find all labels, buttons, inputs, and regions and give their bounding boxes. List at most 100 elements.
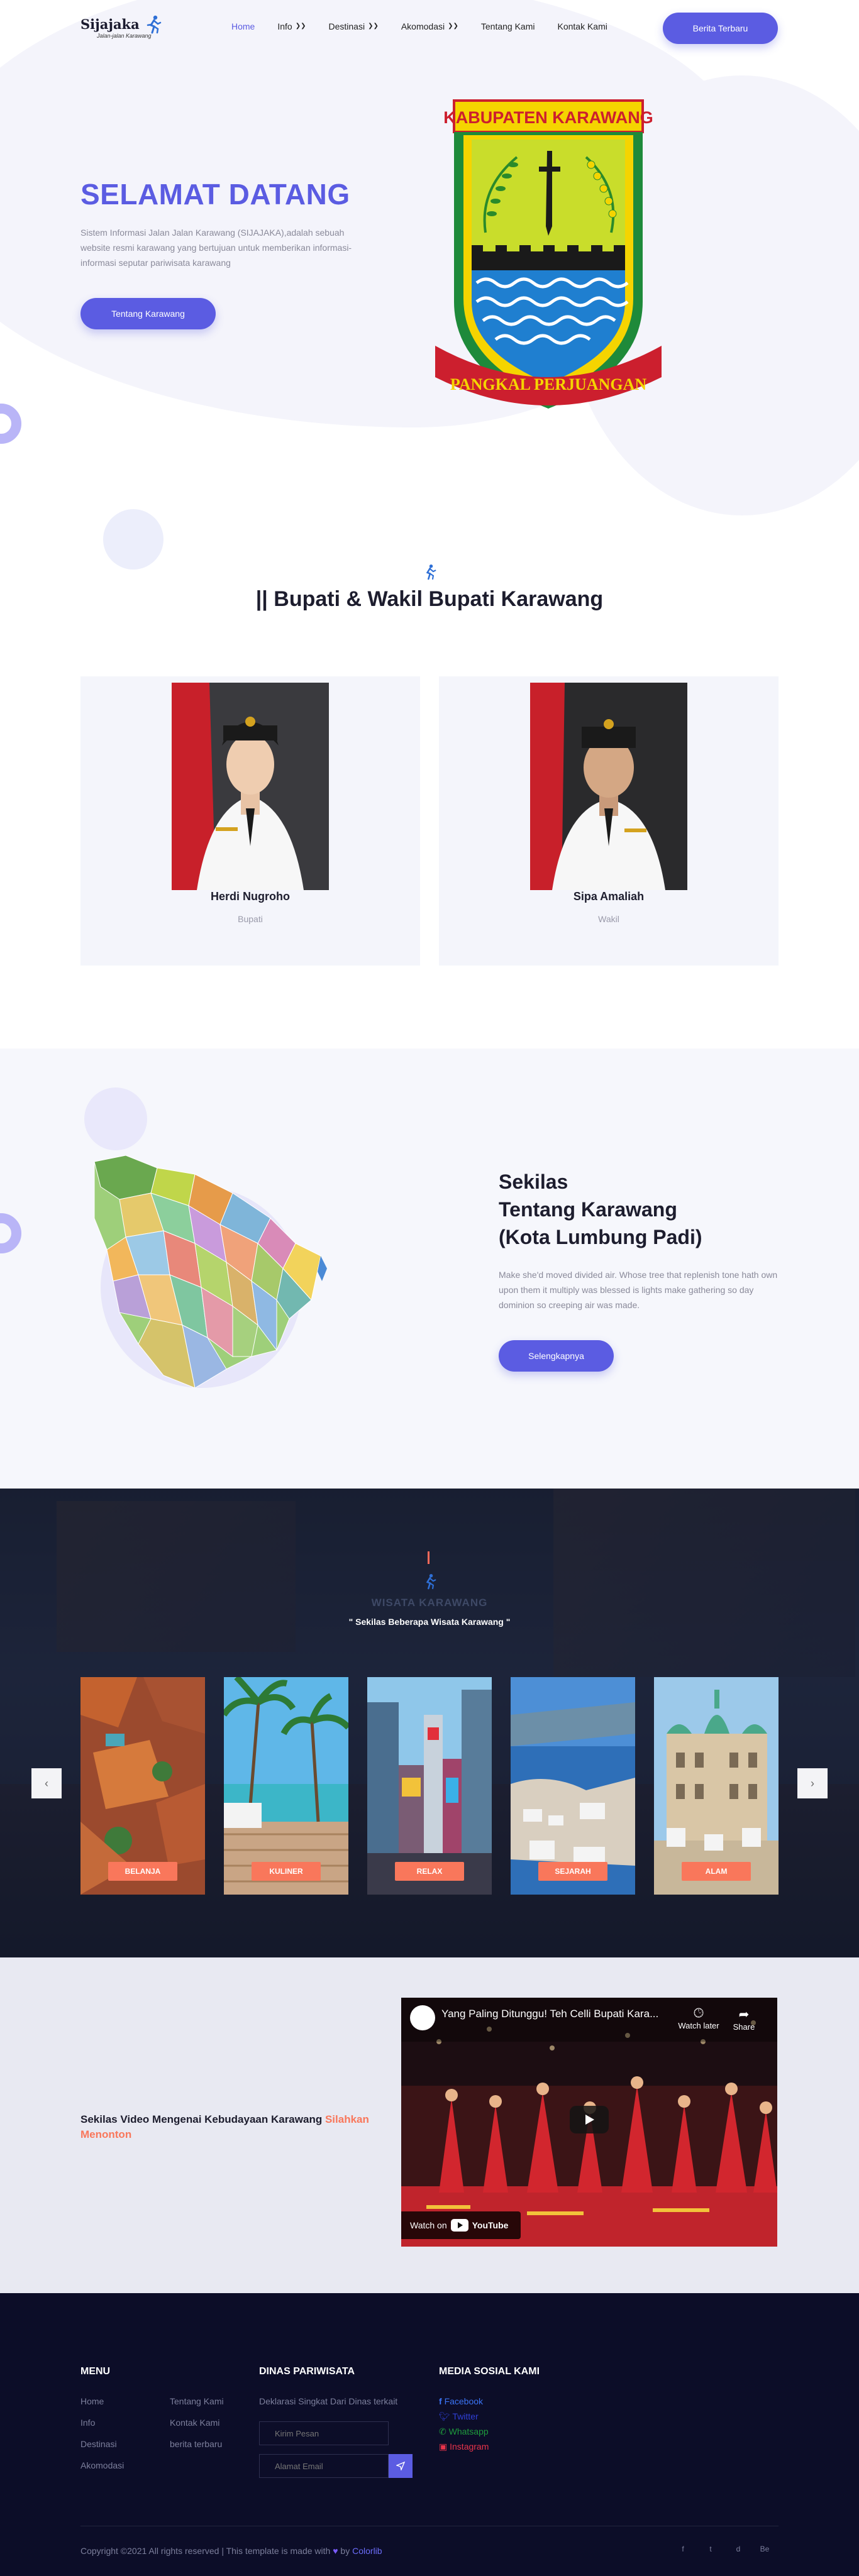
nav-kontak-kami[interactable]: Kontak Kami [557, 21, 607, 31]
play-button[interactable] [570, 2106, 609, 2133]
video-title[interactable]: Yang Paling Ditunggu! Teh Celli Bupati K… [441, 2008, 658, 2020]
copyright-text: Copyright ©2021 All rights reserved | Th… [80, 2546, 382, 2556]
wisata-slide-kuliner[interactable]: KULINER [224, 1677, 348, 1895]
emblem-bottom-text: PANGKAL PERJUANGAN [450, 375, 646, 394]
instagram-label: Instagram [450, 2441, 489, 2452]
nav-info[interactable]: Info ❯❯ [277, 21, 306, 31]
footer-link-home[interactable]: Home [80, 2396, 104, 2406]
logo-tagline: Jalan-jalan Karawang [97, 33, 152, 39]
slide-label-button[interactable]: BELANJA [108, 1862, 177, 1881]
decorative-circle [103, 509, 163, 570]
nav-tentang-kami[interactable]: Tentang Kami [481, 21, 535, 31]
about-title: Sekilas Tentang Karawang (Kota Lumbung P… [499, 1168, 702, 1251]
facebook-icon[interactable]: f [677, 2545, 689, 2553]
nav-label: Tentang Kami [480, 21, 535, 31]
wisata-label: WISATA KARAWANG [371, 1597, 488, 1609]
wisata-slide-sejarah[interactable]: SEJARAH [511, 1677, 635, 1895]
video-caption: Sekilas Video Mengenai Kebudayaan Karawa… [80, 2112, 382, 2142]
selengkapnya-button[interactable]: Selengkapnya [499, 1340, 614, 1372]
slide-label-button[interactable]: SEJARAH [538, 1862, 607, 1881]
footer-dinas-title: DINAS PARIWISATA [259, 2366, 355, 2377]
footer-menu-title: MENU [80, 2366, 111, 2377]
runner-icon [426, 1573, 436, 1590]
about-section: Sekilas Tentang Karawang (Kota Lumbung P… [0, 1049, 859, 1489]
video-section: Sekilas Video Mengenai Kebudayaan Karawa… [0, 1957, 859, 2293]
bupati-section-title: || Bupati & Wakil Bupati Karawang [255, 587, 604, 611]
about-title-line: Sekilas [499, 1170, 568, 1193]
email-input[interactable] [259, 2454, 389, 2478]
person-name: Sipa Amaliah [573, 890, 645, 903]
twitter-link[interactable]: 🐦︎ Twitter [439, 2411, 479, 2422]
watch-later-button[interactable]: 🕒︎ Watch later [677, 2006, 721, 2030]
behance-icon[interactable]: Be [758, 2545, 771, 2553]
twitter-icon[interactable]: t [704, 2545, 717, 2553]
heart-icon: ♥ [333, 2546, 338, 2556]
wisata-slide-alam[interactable]: ALAM [654, 1677, 779, 1895]
youtube-label: YouTube [472, 2220, 509, 2230]
whatsapp-link[interactable]: ✆ Whatsapp [439, 2426, 489, 2437]
decorative-circle [84, 1087, 147, 1150]
about-title-line: (Kota Lumbung Padi) [499, 1226, 702, 1248]
nav-label: Home [231, 21, 255, 31]
hero-title: SELAMAT DATANG [80, 178, 350, 211]
footer-link-kontak-kami[interactable]: Kontak Kami [170, 2418, 219, 2428]
slide-label-button[interactable]: RELAX [395, 1862, 464, 1881]
nav-destinasi[interactable]: Destinasi ❯❯ [328, 21, 378, 31]
send-button[interactable] [389, 2454, 413, 2478]
slide-label-button[interactable]: KULINER [252, 1862, 321, 1881]
slide-label-button[interactable]: ALAM [682, 1862, 751, 1881]
youtube-embed[interactable]: Yang Paling Ditunggu! Teh Celli Bupati K… [401, 1998, 777, 2247]
play-icon [585, 2115, 594, 2125]
share-icon: ➦ [738, 2008, 750, 2022]
whatsapp-icon: ✆ [439, 2426, 446, 2436]
nav-akomodasi[interactable]: Akomodasi ❯❯ [401, 21, 458, 31]
person-card-bupati: Herdi Nugroho Bupati [80, 676, 420, 966]
wisata-slide-belanja[interactable]: BELANJA [80, 1677, 205, 1895]
wisata-slide-relax[interactable]: RELAX [367, 1677, 492, 1895]
dribbble-icon[interactable]: d [732, 2545, 745, 2553]
footer-link-tentang-kami[interactable]: Tentang Kami [170, 2396, 224, 2406]
footer-link-destinasi[interactable]: Destinasi [80, 2439, 117, 2449]
share-button[interactable]: ➦ Share [722, 2006, 766, 2032]
instagram-link[interactable]: ▣ Instagram [439, 2441, 489, 2452]
twitter-label: Twitter [452, 2411, 479, 2421]
decorative-ring [0, 1213, 21, 1253]
nav-label: Info [277, 21, 292, 31]
carousel-prev-button[interactable]: ‹ [31, 1768, 62, 1798]
channel-avatar[interactable] [410, 2005, 435, 2030]
footer-link-berita-terbaru[interactable]: berita terbaru [170, 2439, 222, 2449]
instagram-icon: ▣ [439, 2441, 448, 2452]
facebook-label: Facebook [444, 2396, 484, 2406]
main-nav: Home Info ❯❯ Destinasi ❯❯ Akomodasi ❯❯ Tent… [231, 21, 630, 31]
wisata-section: WISATA KARAWANG " Sekilas Beberapa Wisat… [0, 1489, 859, 1957]
footer-link-info[interactable]: Info [80, 2418, 95, 2428]
nav-home[interactable]: Home [231, 21, 255, 31]
karawang-map [94, 1155, 327, 1388]
facebook-link[interactable]: f Facebook [439, 2396, 483, 2406]
person-card-wakil: Sipa Amaliah Wakil [439, 676, 779, 966]
wakil-photo [530, 683, 687, 890]
clock-icon: 🕒︎ [694, 2006, 704, 2020]
section-accent-line [428, 1551, 430, 1564]
message-input[interactable] [259, 2421, 389, 2445]
emblem-top-text: KABUPATEN KARAWANG [443, 108, 653, 127]
footer-social-title: MEDIA SOSIAL KAMI [439, 2366, 540, 2377]
about-title-line: Tentang Karawang [499, 1198, 677, 1221]
footer-link-akomodasi[interactable]: Akomodasi [80, 2460, 124, 2470]
send-icon [396, 2462, 405, 2470]
copyright-by: by [340, 2546, 350, 2556]
berita-terbaru-button[interactable]: Berita Terbaru [663, 13, 778, 44]
tentang-karawang-button[interactable]: Tentang Karawang [80, 298, 216, 329]
nav-label: Kontak Kami [557, 21, 607, 31]
person-role: Bupati [238, 914, 263, 924]
watch-on-youtube-button[interactable]: Watch on YouTube [401, 2211, 521, 2239]
carousel-next-button[interactable]: › [797, 1768, 828, 1798]
video-caption-text: Sekilas Video Mengenai Kebudayaan Karawa… [80, 2113, 323, 2125]
logo-text: Sijajaka [80, 16, 140, 32]
site-logo[interactable]: Sijajaka Jalan-jalan Karawang [80, 14, 162, 41]
bupati-photo [172, 683, 329, 890]
whatsapp-label: Whatsapp [448, 2426, 489, 2436]
colorlib-link[interactable]: Colorlib [352, 2546, 382, 2556]
karawang-emblem: KABUPATEN KARAWANG PANGKAL PERJUANGAN [435, 99, 662, 409]
site-footer: MENU Home Info Destinasi Akomodasi Tenta… [0, 2293, 859, 2576]
